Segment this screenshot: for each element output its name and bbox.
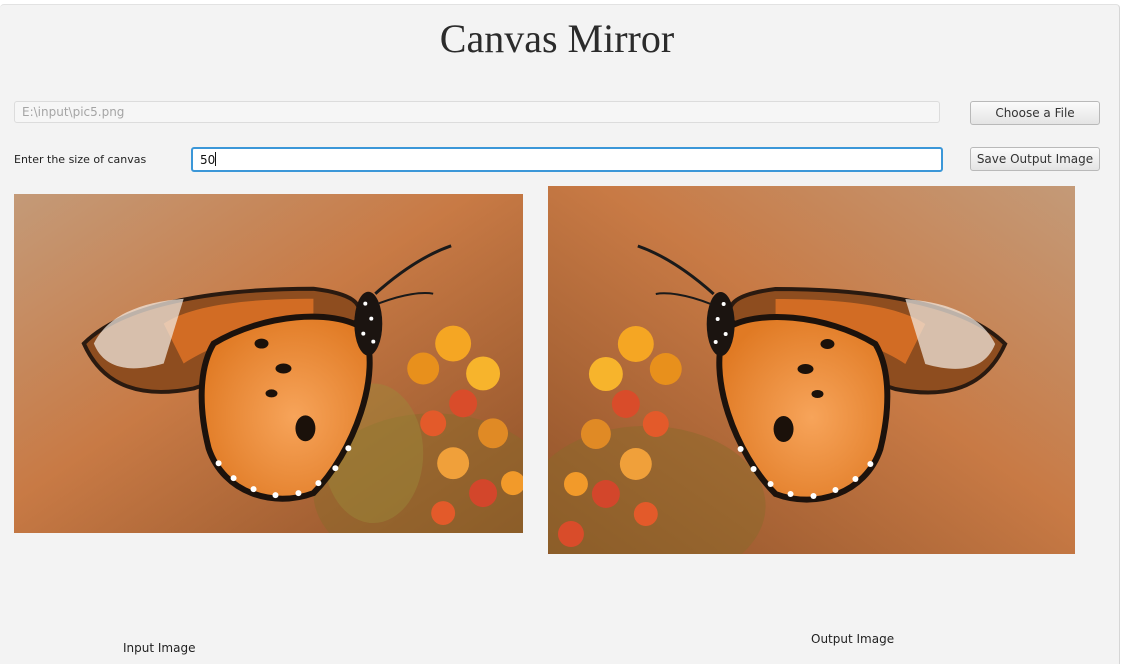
save-output-button[interactable]: Save Output Image [970, 147, 1100, 171]
text-caret [215, 152, 217, 166]
output-image [548, 186, 1075, 554]
input-image [14, 194, 523, 533]
input-image-caption: Input Image [123, 641, 196, 655]
canvas-size-label: Enter the size of canvas [14, 153, 147, 166]
app-window: Canvas Mirror E:\input\pic5.png Choose a… [0, 4, 1120, 664]
output-image-caption: Output Image [811, 632, 895, 646]
file-path-field[interactable]: E:\input\pic5.png [14, 101, 940, 123]
canvas-size-input[interactable]: 50 [191, 147, 943, 172]
butterfly-photo [14, 194, 523, 533]
canvas-size-value: 50 [200, 153, 216, 167]
mirrored-butterfly-photo [548, 186, 1075, 554]
app-title: Canvas Mirror [439, 16, 675, 61]
choose-file-button[interactable]: Choose a File [970, 101, 1100, 125]
